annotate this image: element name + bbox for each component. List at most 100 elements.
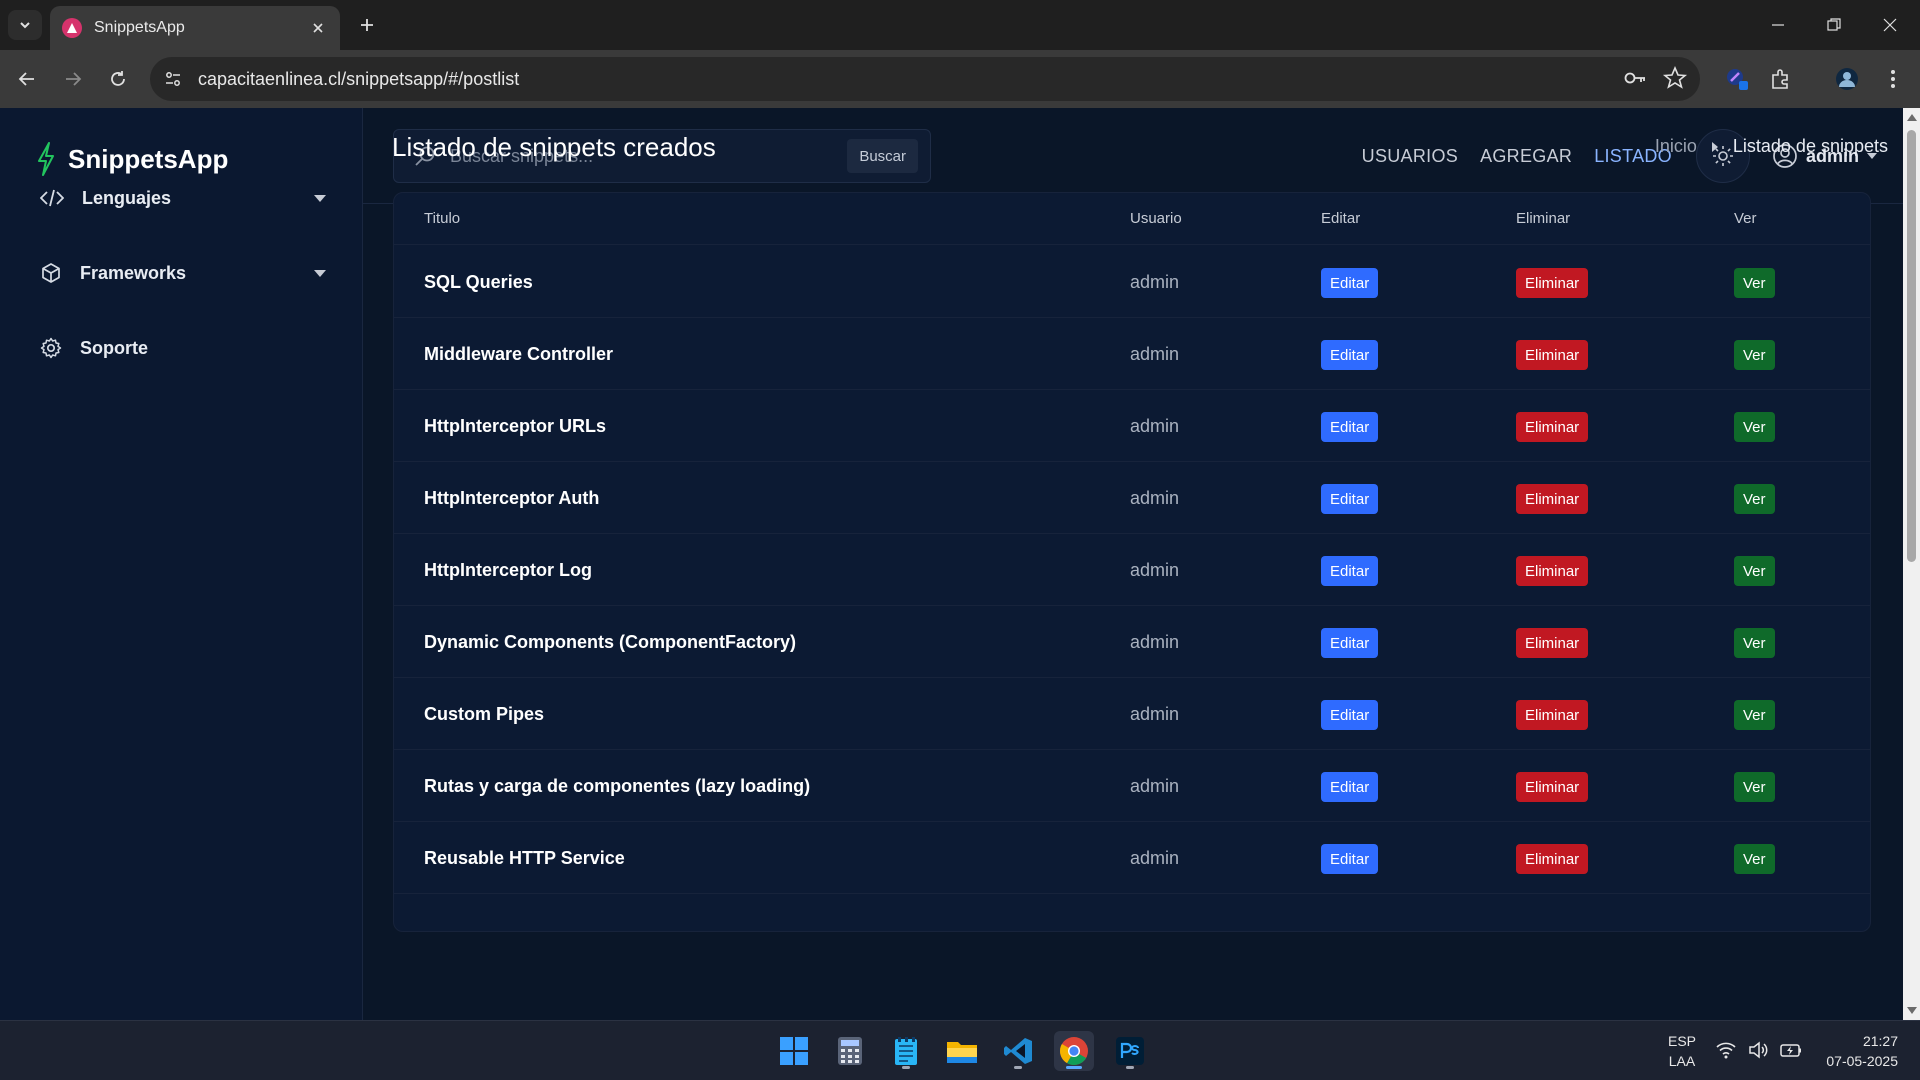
- extensions-puzzle-icon[interactable]: [1766, 64, 1796, 94]
- file-explorer-icon[interactable]: [942, 1031, 982, 1071]
- edit-button[interactable]: Editar: [1321, 268, 1379, 298]
- table-header: Titulo Usuario Editar Eliminar Ver: [394, 193, 1870, 245]
- sidebar: SnippetsApp Lenguajes Frameworks Soporte: [0, 108, 363, 1020]
- caret-down-icon: [314, 194, 326, 202]
- minimize-icon[interactable]: [1750, 0, 1806, 50]
- edit-button[interactable]: Editar: [1321, 340, 1379, 370]
- delete-button[interactable]: Eliminar: [1516, 772, 1589, 802]
- windows-start-icon[interactable]: [774, 1031, 814, 1071]
- app-favicon-icon: [62, 18, 82, 38]
- view-button[interactable]: Ver: [1734, 556, 1775, 586]
- delete-button[interactable]: Eliminar: [1516, 700, 1589, 730]
- brand[interactable]: SnippetsApp: [36, 142, 228, 176]
- delete-button[interactable]: Eliminar: [1516, 844, 1589, 874]
- snippet-user: admin: [1130, 776, 1180, 796]
- sidebar-item-label: Frameworks: [80, 262, 187, 283]
- profile-avatar-icon[interactable]: [1832, 64, 1862, 94]
- vscode-icon[interactable]: [998, 1031, 1038, 1071]
- delete-button[interactable]: Eliminar: [1516, 484, 1589, 514]
- view-button[interactable]: Ver: [1734, 844, 1775, 874]
- new-tab-icon[interactable]: [354, 12, 380, 38]
- system-tray[interactable]: [1716, 1041, 1802, 1059]
- reload-icon[interactable]: [103, 64, 133, 94]
- clock[interactable]: 21:27 07-05-2025: [1826, 1031, 1898, 1071]
- view-button[interactable]: Ver: [1734, 412, 1775, 442]
- close-tab-icon[interactable]: [308, 18, 328, 38]
- cube-icon: [42, 263, 60, 283]
- snippet-title: HttpInterceptor Auth: [424, 488, 600, 508]
- sidebar-item-label: Soporte: [80, 337, 149, 358]
- volume-icon: [1749, 1041, 1768, 1059]
- delete-button[interactable]: Eliminar: [1516, 628, 1589, 658]
- delete-button[interactable]: Eliminar: [1516, 268, 1589, 298]
- running-indicator: [1066, 1066, 1082, 1069]
- view-button[interactable]: Ver: [1734, 484, 1775, 514]
- back-arrow-icon[interactable]: [12, 64, 42, 94]
- search-button[interactable]: Buscar: [847, 139, 918, 173]
- column-header-editar: Editar: [1321, 210, 1361, 227]
- sidebar-item-soporte[interactable]: Soporte: [40, 328, 326, 368]
- kebab-menu-icon[interactable]: [1878, 64, 1908, 94]
- table-row: HttpInterceptor Log admin Editar Elimina…: [394, 534, 1870, 606]
- forward-arrow-icon[interactable]: [58, 64, 88, 94]
- table-row: Custom Pipes admin Editar Eliminar Ver: [394, 678, 1870, 750]
- address-bar[interactable]: capacitaenlinea.cl/snippetsapp/#/postlis…: [150, 57, 1700, 101]
- view-button[interactable]: Ver: [1734, 772, 1775, 802]
- breadcrumb-home-link[interactable]: Inicio: [1655, 136, 1697, 157]
- delete-button[interactable]: Eliminar: [1516, 340, 1589, 370]
- scroll-up-icon[interactable]: [1907, 114, 1917, 121]
- table-row: SQL Queries admin Editar Eliminar Ver: [394, 246, 1870, 318]
- snippet-user: admin: [1130, 848, 1180, 868]
- password-key-icon[interactable]: [1622, 65, 1648, 91]
- delete-button[interactable]: Eliminar: [1516, 556, 1589, 586]
- edit-button[interactable]: Editar: [1321, 772, 1379, 802]
- scrollbar-thumb[interactable]: [1907, 130, 1916, 562]
- view-button[interactable]: Ver: [1734, 700, 1775, 730]
- snippet-user: admin: [1130, 488, 1180, 508]
- url-text: capacitaenlinea.cl/snippetsapp/#/postlis…: [198, 68, 520, 89]
- running-indicator: [1126, 1066, 1134, 1069]
- notepad-icon[interactable]: [886, 1031, 926, 1071]
- view-button[interactable]: Ver: [1734, 628, 1775, 658]
- nav-agregar[interactable]: AGREGAR: [1480, 146, 1572, 167]
- close-window-icon[interactable]: [1862, 0, 1918, 50]
- edit-button[interactable]: Editar: [1321, 484, 1379, 514]
- input-language-indicator[interactable]: ESP LAA: [1668, 1031, 1696, 1071]
- edit-button[interactable]: Editar: [1321, 556, 1379, 586]
- table-row: Dynamic Components (ComponentFactory) ad…: [394, 606, 1870, 678]
- browser-tab-bar: SnippetsApp: [0, 0, 1920, 50]
- nav-usuarios[interactable]: USUARIOS: [1362, 146, 1458, 167]
- snippet-user: admin: [1130, 416, 1180, 436]
- extension-icon[interactable]: [1722, 64, 1752, 94]
- restore-icon[interactable]: [1806, 0, 1862, 50]
- view-button[interactable]: Ver: [1734, 268, 1775, 298]
- site-settings-icon[interactable]: [164, 70, 182, 88]
- snippet-title: Custom Pipes: [424, 704, 545, 724]
- photoshop-icon[interactable]: [1110, 1031, 1150, 1071]
- edit-button[interactable]: Editar: [1321, 412, 1379, 442]
- bookmark-star-icon[interactable]: [1662, 65, 1688, 91]
- browser-tab[interactable]: SnippetsApp: [50, 6, 340, 50]
- table-row: HttpInterceptor URLs admin Editar Elimin…: [394, 390, 1870, 462]
- code-icon: [40, 189, 64, 207]
- snippet-title: HttpInterceptor URLs: [424, 416, 607, 436]
- edit-button[interactable]: Editar: [1321, 628, 1379, 658]
- sidebar-item-frameworks[interactable]: Frameworks: [40, 253, 326, 293]
- breadcrumb-current: Listado de snippets: [1732, 136, 1888, 156]
- scroll-down-icon[interactable]: [1907, 1007, 1917, 1014]
- view-button[interactable]: Ver: [1734, 340, 1775, 370]
- lightning-bolt-icon: [38, 142, 54, 176]
- running-indicator: [902, 1066, 910, 1069]
- sidebar-item-lenguajes[interactable]: Lenguajes: [40, 178, 326, 218]
- table-row: HttpInterceptor Auth admin Editar Elimin…: [394, 462, 1870, 534]
- edit-button[interactable]: Editar: [1321, 700, 1379, 730]
- delete-button[interactable]: Eliminar: [1516, 412, 1589, 442]
- chrome-icon[interactable]: [1054, 1031, 1094, 1071]
- gear-icon: [40, 337, 62, 359]
- tab-search-button[interactable]: [8, 10, 42, 40]
- edit-button[interactable]: Editar: [1321, 844, 1379, 874]
- page-scrollbar[interactable]: [1903, 108, 1920, 1020]
- calculator-icon[interactable]: [830, 1031, 870, 1071]
- snippet-title: Middleware Controller: [424, 344, 614, 364]
- breadcrumb: Inicio Listado de snippets: [1655, 136, 1888, 157]
